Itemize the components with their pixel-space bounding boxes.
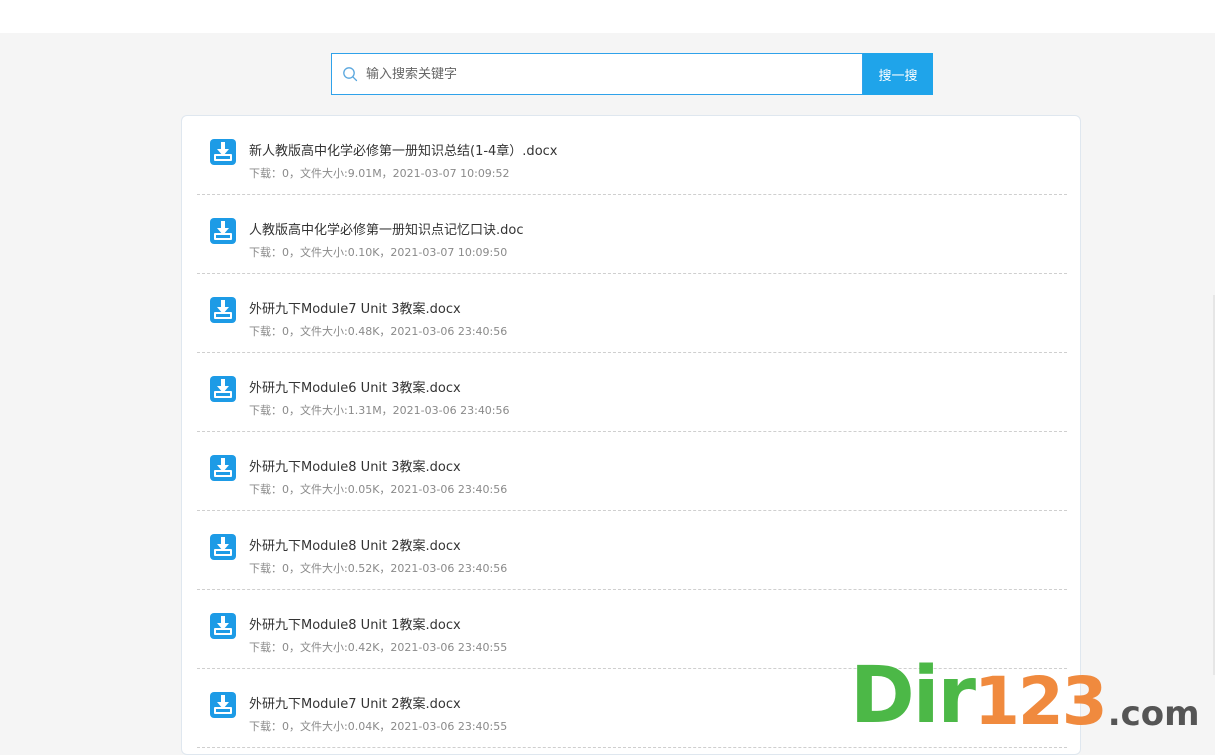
- watermark-dir: Dir: [850, 651, 976, 741]
- watermark-domain: .com: [1107, 694, 1200, 734]
- file-meta: 下载：0，文件大小:0.10K，2021-03-07 10:09:50: [249, 246, 508, 259]
- download-icon[interactable]: [209, 138, 237, 166]
- list-item[interactable]: 新人教版高中化学必修第一册知识总结(1-4章）.docx 下载：0，文件大小:9.…: [197, 116, 1067, 195]
- file-title-link[interactable]: 外研九下Module8 Unit 2教案.docx: [249, 535, 461, 554]
- file-meta: 下载：0，文件大小:0.42K，2021-03-06 23:40:55: [249, 641, 508, 654]
- file-title-link[interactable]: 外研九下Module7 Unit 3教案.docx: [249, 298, 461, 317]
- download-icon[interactable]: [209, 296, 237, 324]
- file-title-link[interactable]: 外研九下Module8 Unit 3教案.docx: [249, 456, 461, 475]
- watermark-logo: Dir 123 .com: [850, 655, 1200, 735]
- list-item[interactable]: 外研九下Module8 Unit 3教案.docx 下载：0，文件大小:0.05K…: [197, 432, 1067, 511]
- list-item[interactable]: 外研九下Module6 Unit 3教案.docx 下载：0，文件大小:1.31M…: [197, 353, 1067, 432]
- file-meta: 下载：0，文件大小:0.05K，2021-03-06 23:40:56: [249, 483, 508, 496]
- file-title-link[interactable]: 外研九下Module7 Unit 2教案.docx: [249, 693, 461, 712]
- list-item[interactable]: 人教版高中化学必修第一册知识点记忆口诀.doc 下载：0，文件大小:0.10K，2…: [197, 195, 1067, 274]
- file-title-link[interactable]: 人教版高中化学必修第一册知识点记忆口诀.doc: [249, 219, 524, 238]
- download-icon[interactable]: [209, 217, 237, 245]
- search-icon: [342, 66, 358, 82]
- file-title-link[interactable]: 新人教版高中化学必修第一册知识总结(1-4章）.docx: [249, 140, 557, 159]
- file-meta: 下载：0，文件大小:0.04K，2021-03-06 23:40:55: [249, 720, 508, 733]
- list-item[interactable]: 外研九下Module7 Unit 3教案.docx 下载：0，文件大小:0.48K…: [197, 274, 1067, 353]
- search-box[interactable]: [331, 53, 863, 95]
- file-meta: 下载：0，文件大小:9.01M，2021-03-07 10:09:52: [249, 167, 510, 180]
- file-title-link[interactable]: 外研九下Module6 Unit 3教案.docx: [249, 377, 461, 396]
- download-icon[interactable]: [209, 375, 237, 403]
- file-meta: 下载：0，文件大小:0.52K，2021-03-06 23:40:56: [249, 562, 508, 575]
- download-icon[interactable]: [209, 454, 237, 482]
- search-button[interactable]: 搜一搜: [863, 53, 933, 95]
- download-icon[interactable]: [209, 533, 237, 561]
- file-meta: 下载：0，文件大小:0.48K，2021-03-06 23:40:56: [249, 325, 508, 338]
- file-title-link[interactable]: 外研九下Module8 Unit 1教案.docx: [249, 614, 461, 633]
- top-bar: [0, 0, 1215, 33]
- download-icon[interactable]: [209, 691, 237, 719]
- search-bar: 搜一搜: [331, 53, 933, 95]
- download-icon[interactable]: [209, 612, 237, 640]
- watermark-number: 123: [973, 663, 1108, 740]
- search-input[interactable]: [366, 66, 862, 82]
- list-item[interactable]: 外研九下Module8 Unit 2教案.docx 下载：0，文件大小:0.52K…: [197, 511, 1067, 590]
- file-meta: 下载：0，文件大小:1.31M，2021-03-06 23:40:56: [249, 404, 510, 417]
